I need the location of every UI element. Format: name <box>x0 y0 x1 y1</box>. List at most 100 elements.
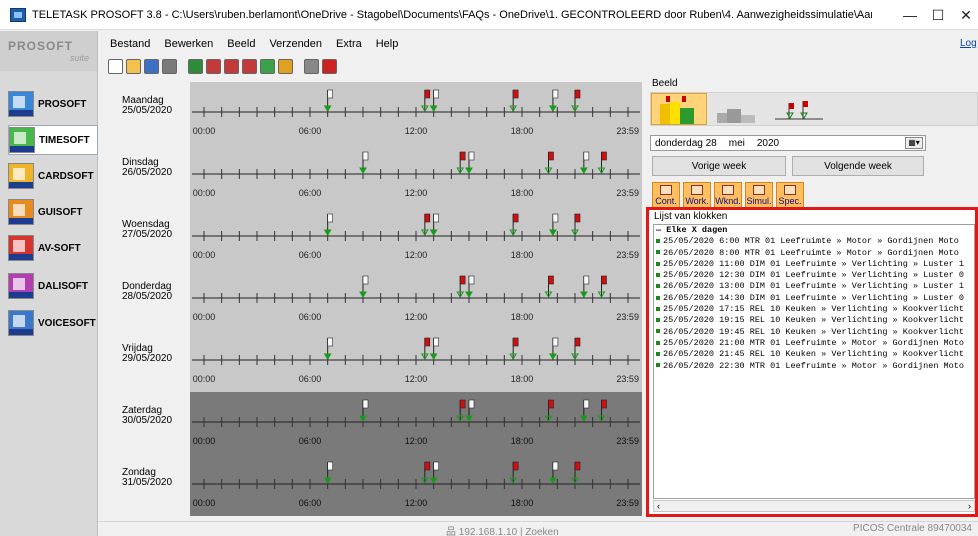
sim-button-cont[interactable]: Cont. <box>652 182 680 208</box>
on-flag <box>359 151 369 174</box>
open-icon[interactable] <box>126 58 141 74</box>
off-flag <box>420 89 431 112</box>
clock-c-icon[interactable] <box>242 58 257 74</box>
on-flag <box>549 213 559 236</box>
day-timeline[interactable]: 00:00 06:00 12:00 18:00 23:59 <box>190 392 642 454</box>
new-icon[interactable] <box>108 58 123 74</box>
clock-list-item[interactable]: 25/05/2020 6:00 MTR 01 Leefruimte » Moto… <box>654 236 974 247</box>
day-timeline[interactable]: 00:00 06:00 12:00 18:00 23:59 <box>190 268 642 330</box>
sidebar-item-prosoft[interactable]: PROSOFT <box>8 89 98 119</box>
sidebar-item-voicesoft[interactable]: VOICESOFT <box>8 308 98 338</box>
clock-list-item[interactable]: 26/05/2020 8:00 MTR 01 Leefruimte » Moto… <box>654 248 974 259</box>
view-mode-color-button[interactable] <box>651 93 707 125</box>
sidebar-item-av-soft[interactable]: AV-SOFT <box>8 233 98 263</box>
clock-entry-text: 25/05/2020 12:30 DIM 01 Leefruimte » Ver… <box>663 270 964 281</box>
menu-verzenden[interactable]: Verzenden <box>269 38 322 54</box>
clock-list-item[interactable]: 26/05/2020 21:45 REL 10 Keuken » Verlich… <box>654 349 974 360</box>
day-timeline[interactable]: 00:00 06:00 12:00 18:00 23:59 <box>190 330 642 392</box>
log-link[interactable]: Log <box>960 38 977 49</box>
clock-b-icon[interactable] <box>224 58 239 74</box>
clock-list-item[interactable]: 25/05/2020 17:15 REL 10 Keuken » Verlich… <box>654 304 974 315</box>
cardsoft-icon <box>8 163 34 189</box>
clock-d-icon[interactable] <box>260 58 275 74</box>
calendar-dropdown-icon[interactable]: ▦▾ <box>905 137 923 149</box>
day-timeline[interactable]: 00:00 06:00 12:00 18:00 23:59 <box>190 206 642 268</box>
time-label: 00:00 <box>192 250 216 260</box>
previous-week-button[interactable]: Vorige week <box>652 156 786 176</box>
off-flag <box>571 461 581 484</box>
on-flag <box>549 337 559 360</box>
time-label: 00:00 <box>192 436 216 446</box>
close-button[interactable]: ✕ <box>946 0 978 30</box>
day-label: Zaterdag 30/05/2020 <box>122 406 192 426</box>
sim-button-simul[interactable]: Simul. <box>745 182 773 208</box>
sidebar-item-dalisoft[interactable]: DALISOFT <box>8 271 98 301</box>
delete-icon[interactable] <box>322 58 337 74</box>
print-icon[interactable] <box>162 58 177 74</box>
status-bar: 品 192.168.1.10 | Zoeken PICOS Centrale 8… <box>98 521 978 536</box>
sim-button-label: Spec. <box>778 196 802 206</box>
clock-list[interactable]: — Elke X dagen 25/05/2020 6:00 MTR 01 Le… <box>653 224 975 499</box>
time-label: 23:59 <box>616 250 639 260</box>
find-icon[interactable] <box>188 58 203 74</box>
scroll-right-icon[interactable]: › <box>968 501 971 511</box>
day-date: 30/05/2020 <box>122 415 173 426</box>
search-icon[interactable] <box>304 58 319 74</box>
date-picker[interactable]: donderdag 28 mei 2020 ▦▾ <box>650 135 926 151</box>
clock-list-item[interactable]: 25/05/2020 19:15 REL 10 Keuken » Verlich… <box>654 315 974 326</box>
on-flag <box>429 89 439 112</box>
time-label: 00:00 <box>192 126 216 136</box>
day-row: Zaterdag 30/05/2020 00:00 06:00 12:00 18:00 23… <box>108 392 642 454</box>
off-flag <box>420 213 431 236</box>
clock-list-group: Lijst van klokken — Elke X dagen 25/05/2… <box>646 207 978 517</box>
on-flag <box>579 399 590 422</box>
clock-entry-text: 25/05/2020 21:00 MTR 01 Leefruimte » Mot… <box>663 337 964 348</box>
view-mode-gray-button[interactable] <box>711 93 767 125</box>
sidebar-item-timesoft[interactable]: TIMESOFT <box>8 125 98 155</box>
clock-list-item[interactable]: 25/05/2020 11:00 DIM 01 Leefruimte » Ver… <box>654 259 974 270</box>
menu-bewerken[interactable]: Bewerken <box>164 38 213 54</box>
view-mode-flags-button[interactable] <box>771 93 827 125</box>
sim-button-work[interactable]: Work. <box>683 182 711 208</box>
menu-bestand[interactable]: Bestand <box>110 38 150 54</box>
time-label: 18:00 <box>510 312 534 322</box>
active-dot-icon <box>656 284 660 289</box>
active-dot-icon <box>656 250 660 255</box>
panel-group-title: Beeld <box>652 78 678 89</box>
menu-beeld[interactable]: Beeld <box>227 38 255 54</box>
save-icon[interactable] <box>144 58 159 74</box>
day-timeline[interactable]: 00:00 06:00 12:00 18:00 23:59 <box>190 454 642 516</box>
day-timeline[interactable]: 00:00 06:00 12:00 18:00 23:59 <box>190 82 642 144</box>
sidebar-item-cardsoft[interactable]: CARDSOFT <box>8 161 98 191</box>
sidebar-item-guisoft[interactable]: GUISOFT <box>8 197 98 227</box>
menu-extra[interactable]: Extra <box>336 38 362 54</box>
horizontal-scrollbar[interactable]: ‹ › <box>653 500 975 512</box>
menu-help[interactable]: Help <box>376 38 399 54</box>
schedule-icon <box>753 185 765 195</box>
sim-button-spec[interactable]: Spec. <box>776 182 804 208</box>
clock-list-item[interactable]: 25/05/2020 12:30 DIM 01 Leefruimte » Ver… <box>654 270 974 281</box>
clock-list-item[interactable]: 25/05/2020 21:00 MTR 01 Leefruimte » Mot… <box>654 338 974 349</box>
clock-list-group-header[interactable]: — Elke X dagen <box>654 225 974 236</box>
sim-button-wknd[interactable]: Wknd. <box>714 182 742 208</box>
dalisoft-icon <box>8 273 34 299</box>
scroll-left-icon[interactable]: ‹ <box>657 501 660 511</box>
clock-entry-text: 26/05/2020 22:30 MTR 01 Leefruimte » Mot… <box>663 360 964 371</box>
time-label: 00:00 <box>192 312 216 322</box>
clock-a-icon[interactable] <box>206 58 221 74</box>
time-label: 06:00 <box>298 250 322 260</box>
week-view: Maandag 25/05/2020 00:00 06:00 12:00 18:00 23:… <box>108 82 642 522</box>
time-label: 00:00 <box>192 188 216 198</box>
clock-list-item[interactable]: 26/05/2020 19:45 REL 10 Keuken » Verlich… <box>654 327 974 338</box>
clock-list-item[interactable]: 26/05/2020 22:30 MTR 01 Leefruimte » Mot… <box>654 361 974 372</box>
time-label: 06:00 <box>298 312 322 322</box>
time-label: 12:00 <box>404 250 428 260</box>
clock-list-item[interactable]: 26/05/2020 14:30 DIM 01 Leefruimte » Ver… <box>654 293 974 304</box>
clock-entry-text: 26/05/2020 14:30 DIM 01 Leefruimte » Ver… <box>663 292 964 303</box>
day-timeline[interactable]: 00:00 06:00 12:00 18:00 23:59 <box>190 144 642 206</box>
on-flag <box>429 337 439 360</box>
sidebar-item-label: DALISOFT <box>38 280 88 292</box>
clock-e-icon[interactable] <box>278 58 293 74</box>
next-week-button[interactable]: Volgende week <box>792 156 924 176</box>
clock-list-item[interactable]: 26/05/2020 13:00 DIM 01 Leefruimte » Ver… <box>654 281 974 292</box>
